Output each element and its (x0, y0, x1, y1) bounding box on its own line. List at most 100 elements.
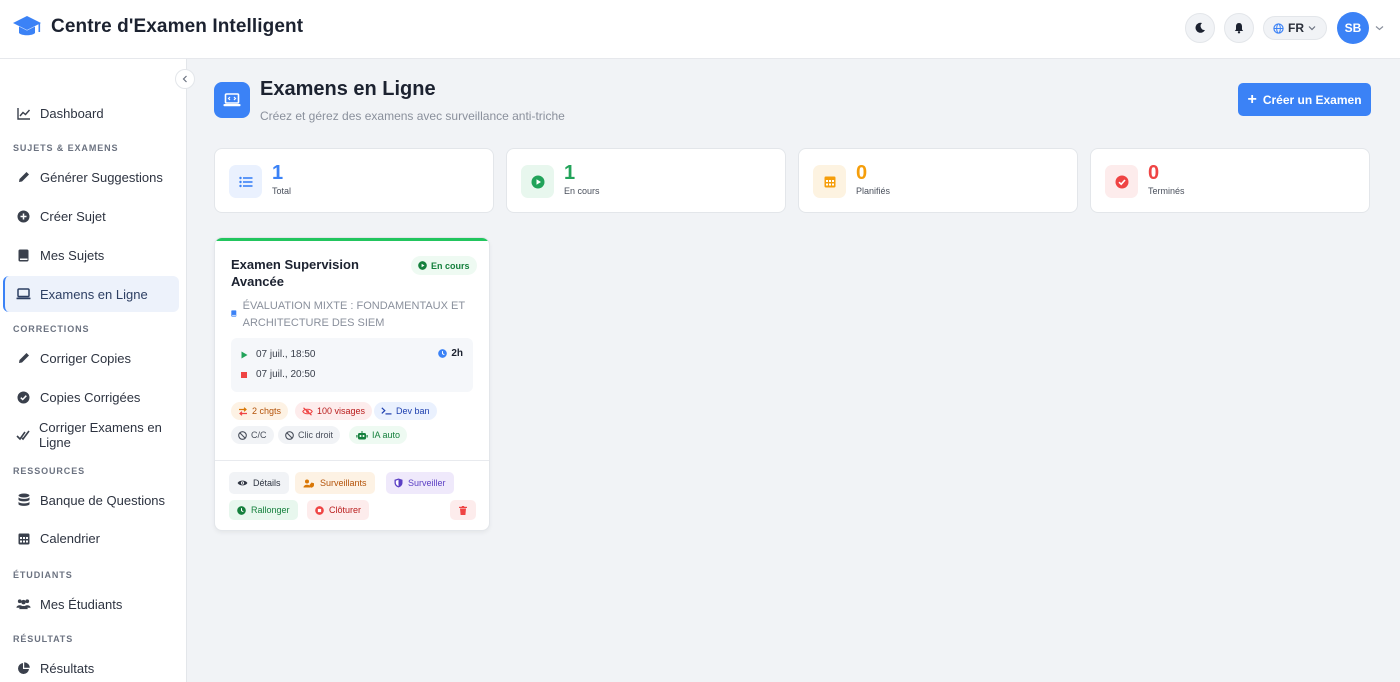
sidebar-item-label: Copies Corrigées (40, 389, 141, 405)
sidebar-item-examens-en-ligne[interactable]: Examens en Ligne (3, 276, 179, 312)
sidebar-item-generer-suggestions[interactable]: Générer Suggestions (3, 159, 179, 195)
stat-value: 0 (856, 162, 868, 184)
details-button[interactable]: Détails (229, 472, 289, 494)
language-selector[interactable]: FR (1263, 16, 1327, 40)
sidebar-item-label: Banque de Questions (40, 492, 166, 508)
sidebar-item-label: Résultats (40, 660, 95, 676)
laptop-icon (16, 287, 31, 302)
pencil-icon (16, 170, 31, 185)
brand[interactable]: Centre d'Examen Intelligent (12, 14, 303, 40)
tag-label: IA auto (372, 430, 401, 440)
page-icon (214, 82, 250, 118)
calendar-icon (813, 165, 846, 198)
sidebar-item-resultats[interactable]: Résultats (3, 650, 179, 682)
surveillants-button[interactable]: Surveillants (295, 472, 375, 494)
sidebar-section-corrections: CORRECTIONS (13, 324, 90, 334)
language-label: FR (1288, 21, 1304, 35)
stat-card-total: 1 Total (214, 148, 494, 213)
chevron-down-icon[interactable] (1375, 25, 1384, 31)
sidebar-item-banque-questions[interactable]: Banque de Questions (3, 482, 179, 518)
theme-toggle-button[interactable] (1185, 13, 1215, 43)
check-circle-icon (16, 390, 31, 405)
cloturer-button[interactable]: Clôturer (307, 500, 370, 520)
surveiller-button[interactable]: Surveiller (386, 472, 454, 494)
tag-changements: 2 chgts (231, 402, 289, 420)
sidebar-item-creer-sujet[interactable]: Créer Sujet (3, 198, 179, 234)
play-circle-icon (418, 261, 427, 270)
play-circle-icon (521, 165, 554, 198)
tag-clic-droit: Clic droit (278, 426, 341, 444)
sidebar-section-sujets: SUJETS & EXAMENS (13, 143, 119, 153)
stat-card-termines: 0 Terminés (1090, 148, 1370, 213)
notifications-button[interactable] (1224, 13, 1254, 43)
users-icon (16, 597, 31, 612)
sidebar-collapse-button[interactable] (175, 69, 195, 89)
card-divider (215, 460, 489, 461)
sidebar-item-copies-corrigees[interactable]: Copies Corrigées (3, 379, 179, 415)
trash-icon (459, 505, 467, 515)
sidebar-item-calendrier[interactable]: Calendrier (3, 520, 179, 556)
sidebar-item-mes-etudiants[interactable]: Mes Étudiants (3, 586, 179, 622)
sidebar-item-label: Calendrier (40, 530, 100, 546)
shield-icon (394, 478, 403, 488)
ban-icon (238, 430, 247, 440)
stat-label: Total (272, 186, 292, 196)
graduation-cap-icon (13, 16, 41, 36)
clock-icon (438, 349, 448, 358)
check-circle-icon (1105, 165, 1138, 198)
create-exam-label: Créer un Examen (1262, 92, 1362, 107)
book-icon (16, 248, 31, 263)
create-exam-button[interactable]: + Créer un Examen (1238, 83, 1371, 116)
exam-card[interactable]: Examen Supervision Avancée En cours ÉVAL… (214, 237, 490, 531)
sidebar-item-label: Générer Suggestions (40, 169, 163, 185)
start-time: 07 juil., 18:50 (256, 349, 316, 360)
card-status-bar (215, 238, 489, 241)
tag-dev-ban: Dev ban (374, 402, 437, 420)
plus-circle-icon (16, 209, 31, 224)
user-avatar[interactable]: SB (1337, 12, 1369, 44)
tag-label: 100 visages (317, 406, 366, 416)
sidebar-item-label: Dashboard (40, 105, 104, 121)
sidebar-item-label: Corriger Examens en Ligne (39, 420, 162, 450)
page-title: Examens en Ligne (260, 78, 436, 100)
tag-copier-coller: C/C (231, 426, 274, 444)
user-shield-icon (303, 479, 315, 488)
surveiller-label: Surveiller (408, 478, 446, 488)
stat-value: 1 (272, 162, 284, 184)
plus-icon: + (1247, 90, 1257, 108)
list-icon (229, 165, 262, 198)
sidebar-item-label: Examens en Ligne (40, 286, 148, 302)
calendar-icon (16, 531, 31, 546)
swap-icon (238, 406, 248, 416)
rallonger-button[interactable]: Rallonger (229, 500, 298, 520)
page-subtitle: Créez et gérez des examens avec surveill… (260, 109, 565, 123)
rallonger-label: Rallonger (251, 505, 290, 515)
start-time-row: 07 juil., 18:50 (241, 349, 316, 360)
sidebar-item-corriger-examens[interactable]: Corriger Examens en Ligne (3, 417, 179, 453)
status-label: En cours (431, 260, 470, 271)
sidebar-section-ressources: RESSOURCES (13, 466, 86, 476)
moon-icon (1195, 22, 1205, 33)
app-title: Centre d'Examen Intelligent (51, 16, 304, 37)
eye-slash-icon (302, 406, 313, 416)
tag-label: 2 chgts (252, 406, 282, 416)
tag-label: Clic droit (298, 430, 334, 440)
globe-icon (1273, 22, 1284, 34)
sidebar-item-mes-sujets[interactable]: Mes Sujets (3, 237, 179, 273)
end-time-row: 07 juil., 20:50 (241, 369, 316, 380)
sidebar-item-corriger-copies[interactable]: Corriger Copies (3, 340, 179, 376)
terminal-icon (381, 407, 392, 415)
tag-label: Dev ban (396, 406, 430, 416)
delete-button[interactable] (450, 500, 476, 520)
double-check-icon (16, 428, 30, 443)
stat-card-planifies: 0 Planifiés (798, 148, 1078, 213)
end-time: 07 juil., 20:50 (256, 369, 316, 380)
play-icon (241, 351, 249, 359)
stop-icon (241, 371, 249, 378)
sidebar-item-label: Créer Sujet (40, 208, 106, 224)
tag-label: C/C (251, 430, 267, 440)
sidebar-item-dashboard[interactable]: Dashboard (3, 95, 179, 131)
sidebar-section-resultats: RÉSULTATS (13, 634, 74, 644)
stat-label: En cours (564, 186, 600, 196)
book-icon (231, 310, 237, 317)
